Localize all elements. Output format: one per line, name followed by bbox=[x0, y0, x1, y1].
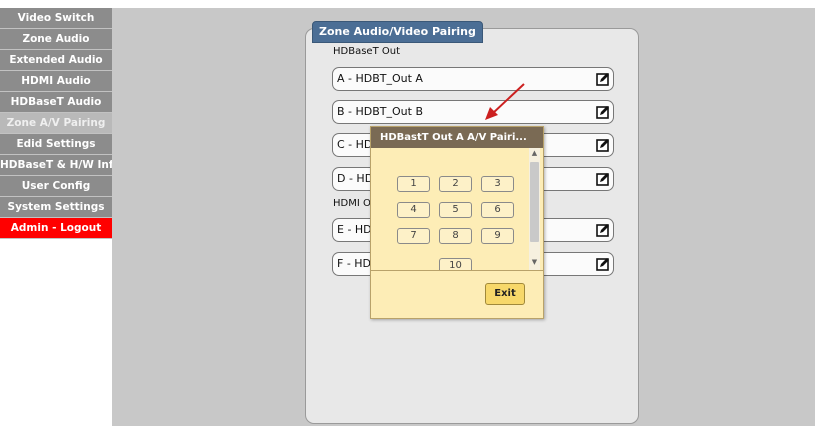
zone-button-4[interactable]: 4 bbox=[397, 202, 430, 218]
zone-row-a: A - HDBT_Out A bbox=[332, 67, 614, 91]
zone-button-2[interactable]: 2 bbox=[439, 176, 472, 192]
sidebar-item-user-config[interactable]: User Config bbox=[0, 176, 112, 197]
zone-button-7[interactable]: 7 bbox=[397, 228, 430, 244]
edit-icon[interactable] bbox=[596, 105, 610, 119]
zone-row-label: B - HDBT_Out B bbox=[337, 105, 424, 118]
exit-button[interactable]: Exit bbox=[485, 283, 525, 305]
zone-button-3[interactable]: 3 bbox=[481, 176, 514, 192]
sidebar-item-zone-audio[interactable]: Zone Audio bbox=[0, 29, 112, 50]
sidebar-item-video-switch[interactable]: Video Switch bbox=[0, 8, 112, 29]
edit-icon[interactable] bbox=[596, 72, 610, 86]
sidebar-nav: Video Switch Zone Audio Extended Audio H… bbox=[0, 8, 112, 239]
zone-button-6[interactable]: 6 bbox=[481, 202, 514, 218]
hdbaset-out-heading: HDBaseT Out bbox=[333, 46, 400, 57]
popup-title: HDBastT Out A A/V Pairi... bbox=[371, 127, 543, 148]
scroll-down-arrow-icon[interactable]: ▼ bbox=[531, 258, 538, 266]
pairing-popup: HDBastT Out A A/V Pairi... 1 2 3 4 5 6 7… bbox=[370, 126, 544, 319]
edit-icon[interactable] bbox=[596, 138, 610, 152]
scroll-up-arrow-icon[interactable]: ▲ bbox=[531, 149, 538, 157]
edit-icon[interactable] bbox=[596, 223, 610, 237]
popup-scrollbar[interactable]: ▲ ▼ bbox=[529, 148, 540, 270]
sidebar-item-extended-audio[interactable]: Extended Audio bbox=[0, 50, 112, 71]
panel-title: Zone Audio/Video Pairing bbox=[312, 21, 483, 43]
sidebar-item-zone-av-pairing[interactable]: Zone A/V Pairing bbox=[0, 113, 112, 134]
zone-row-b: B - HDBT_Out B bbox=[332, 100, 614, 124]
popup-button-grid: 1 2 3 4 5 6 7 8 9 10 bbox=[371, 148, 529, 270]
sidebar-item-hdbaset-hw-info[interactable]: HDBaseT & H/W Info bbox=[0, 155, 112, 176]
sidebar-item-system-settings[interactable]: System Settings bbox=[0, 197, 112, 218]
zone-button-1[interactable]: 1 bbox=[397, 176, 430, 192]
zone-row-label: A - HDBT_Out A bbox=[337, 72, 423, 85]
sidebar-item-admin-logout[interactable]: Admin - Logout bbox=[0, 218, 112, 239]
sidebar-item-hdbaset-audio[interactable]: HDBaseT Audio bbox=[0, 92, 112, 113]
scroll-thumb[interactable] bbox=[530, 162, 539, 242]
zone-button-10[interactable]: 10 bbox=[439, 258, 472, 270]
edit-icon[interactable] bbox=[596, 172, 610, 186]
sidebar-item-hdmi-audio[interactable]: HDMI Audio bbox=[0, 71, 112, 92]
sidebar-item-edid-settings[interactable]: Edid Settings bbox=[0, 134, 112, 155]
zone-button-5[interactable]: 5 bbox=[439, 202, 472, 218]
edit-icon[interactable] bbox=[596, 257, 610, 271]
zone-button-9[interactable]: 9 bbox=[481, 228, 514, 244]
popup-divider bbox=[371, 270, 543, 271]
zone-button-8[interactable]: 8 bbox=[439, 228, 472, 244]
red-pointer-arrow bbox=[485, 83, 525, 120]
